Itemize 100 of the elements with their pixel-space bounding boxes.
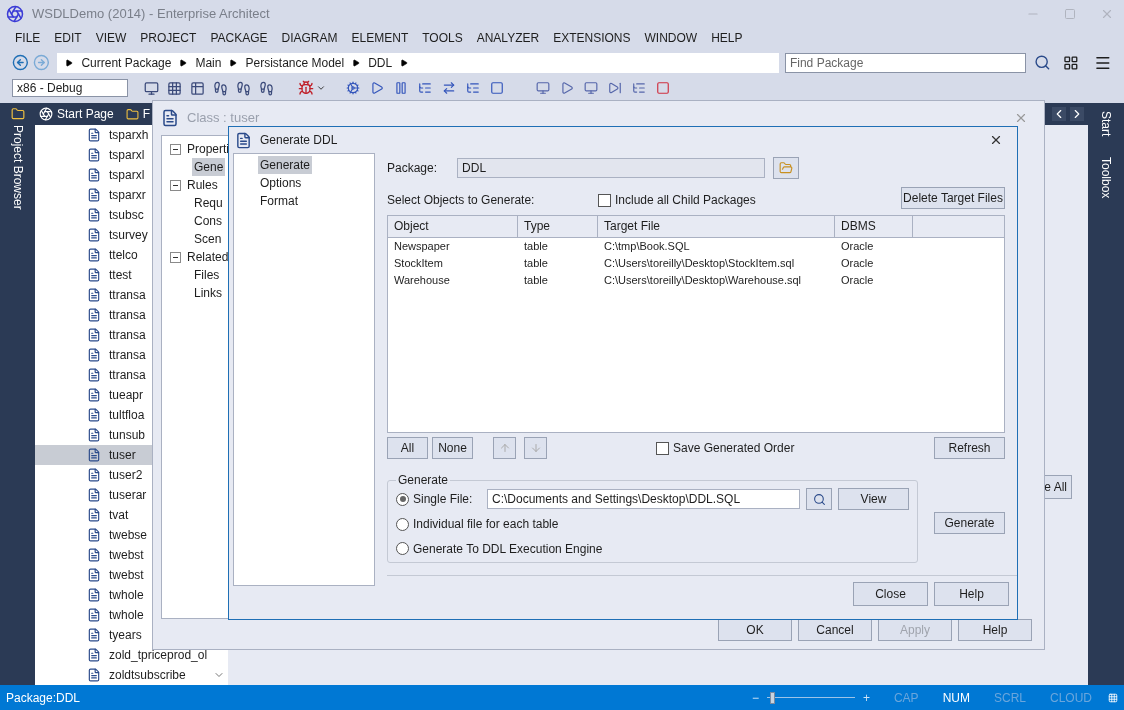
breadcrumb-item[interactable]: Persistance Model (245, 53, 345, 72)
tree-item[interactable]: ttransa (35, 325, 210, 346)
tree-item[interactable]: Links (192, 284, 224, 302)
scroll-left-icon[interactable] (1052, 107, 1066, 122)
tree-item[interactable]: ttransa (35, 305, 210, 326)
tree-item[interactable]: tuser2 (35, 465, 210, 486)
column-header[interactable]: Object (388, 216, 518, 237)
tree-item[interactable]: ttransa (35, 365, 210, 386)
tree-item[interactable]: twhole (35, 585, 210, 606)
find-package-field[interactable]: Find Package (784, 52, 1026, 73)
breadcrumb-item[interactable]: DDL (368, 53, 393, 72)
bug-icon[interactable] (298, 80, 314, 97)
delete-target-files-button[interactable]: Delete Target Files (901, 187, 1005, 209)
menu-item[interactable]: PROJECT (133, 28, 204, 47)
radio-button[interactable] (396, 492, 409, 506)
radio-button[interactable] (396, 542, 409, 556)
menu-item[interactable]: VIEW (88, 28, 134, 47)
browse-button[interactable] (806, 488, 832, 510)
dialog-button[interactable]: Close (853, 582, 928, 606)
tree-item[interactable]: tuserar (35, 485, 210, 506)
list-button[interactable]: None (432, 437, 473, 459)
tree-item[interactable]: Files (192, 266, 222, 284)
menu-item[interactable]: EXTENSIONS (546, 28, 638, 47)
grid-icon[interactable] (1062, 54, 1079, 71)
collapse-icon[interactable] (170, 143, 181, 155)
tree-item[interactable]: twebst (35, 565, 210, 586)
menu-item[interactable]: FILE (8, 28, 48, 47)
dock-tab[interactable]: Toolbox (1097, 156, 1115, 198)
breadcrumb-item[interactable]: Current Package (81, 53, 172, 72)
tree-item[interactable]: Properti (187, 140, 230, 158)
dialog-button[interactable]: Help (958, 619, 1032, 641)
tree-item[interactable]: tvat (35, 505, 210, 526)
radio-button[interactable] (396, 517, 409, 531)
monitor-icon[interactable] (536, 81, 550, 96)
column-header[interactable]: Type (518, 216, 598, 237)
footprints-icon[interactable] (259, 80, 274, 96)
back-icon[interactable] (12, 54, 29, 71)
configuration-field[interactable]: x86 - Debug (12, 79, 128, 98)
menu-item[interactable]: ELEMENT (344, 28, 416, 47)
tree-item[interactable]: zold_tpriceprod_ol (35, 645, 210, 666)
footprints-icon[interactable] (236, 80, 251, 96)
zoom-out-button[interactable]: − (751, 688, 759, 707)
tree-item[interactable]: Rules (187, 176, 218, 194)
file-path-field[interactable]: C:\Documents and Settings\Desktop\DDL.SQL (487, 489, 800, 509)
view-button[interactable]: View (838, 488, 909, 510)
menu-item[interactable]: HELP (704, 28, 750, 47)
nav-item[interactable]: Format (258, 192, 300, 210)
tree-item[interactable]: tueapr (35, 385, 210, 406)
tree-item[interactable]: Cons (192, 212, 224, 230)
menu-item[interactable]: PACKAGE (203, 28, 275, 47)
collapse-icon[interactable] (170, 251, 181, 263)
tree-item[interactable]: tyears (35, 625, 210, 646)
column-header[interactable]: Target File (598, 216, 835, 237)
tree-item[interactable]: zoldtsubscribe (35, 665, 210, 686)
skip-icon[interactable] (608, 81, 622, 96)
dock-tab[interactable]: Start (1097, 111, 1115, 137)
dialog-button[interactable]: OK (718, 619, 792, 641)
play-icon[interactable] (560, 81, 574, 96)
menu-item[interactable]: ANALYZER (469, 28, 547, 47)
checkbox[interactable] (656, 441, 669, 455)
tree-item[interactable]: twebse (35, 525, 210, 546)
search-icon[interactable] (1033, 54, 1051, 71)
dialog-button[interactable]: Cancel (798, 619, 872, 641)
stop-icon[interactable] (656, 81, 670, 96)
menu-item[interactable]: DIAGRAM (274, 28, 345, 47)
scroll-right-icon[interactable] (1070, 107, 1084, 122)
browse-button[interactable] (773, 157, 800, 179)
tree-item[interactable]: twhole (35, 605, 210, 626)
tree-item[interactable]: tultfloa (35, 405, 210, 426)
zoom-in-button[interactable]: + (862, 688, 870, 707)
stop-icon[interactable] (490, 81, 504, 96)
slider-thumb[interactable] (770, 691, 776, 704)
tree-item[interactable]: ttransa (35, 345, 210, 366)
tree-item[interactable]: twebst (35, 545, 210, 566)
tab[interactable]: Start Page (57, 105, 114, 124)
grid-icon[interactable] (167, 80, 182, 96)
zoom-slider[interactable] (766, 691, 855, 704)
tree-item[interactable]: Gene (192, 158, 226, 176)
gear-icon[interactable] (346, 81, 360, 96)
refresh-button[interactable]: Refresh (934, 437, 1005, 459)
nav-item[interactable]: Options (258, 174, 304, 192)
menu-item[interactable]: EDIT (47, 28, 89, 47)
menu-item[interactable]: WINDOW (637, 28, 705, 47)
pause-icon[interactable] (394, 81, 408, 96)
generate-button[interactable]: Generate (934, 512, 1005, 534)
menu-item[interactable]: TOOLS (415, 28, 470, 47)
nav-item[interactable]: Generate (258, 156, 313, 174)
play-icon[interactable] (370, 81, 384, 96)
column-header[interactable]: DBMS (835, 216, 913, 237)
monitor-icon[interactable] (144, 80, 159, 96)
monitor-icon[interactable] (584, 81, 598, 96)
tree-item[interactable]: Scen (192, 230, 224, 248)
breadcrumb-item[interactable]: Main (195, 53, 222, 72)
footprints-icon[interactable] (213, 80, 228, 96)
tab[interactable]: F (142, 105, 151, 124)
tree-item[interactable]: Requ (192, 194, 225, 212)
close-icon[interactable] (989, 133, 1003, 147)
dock-tab[interactable]: Project Browser (8, 125, 27, 210)
list-button[interactable]: All (387, 437, 428, 459)
tree-item[interactable]: tunsub (35, 425, 210, 446)
